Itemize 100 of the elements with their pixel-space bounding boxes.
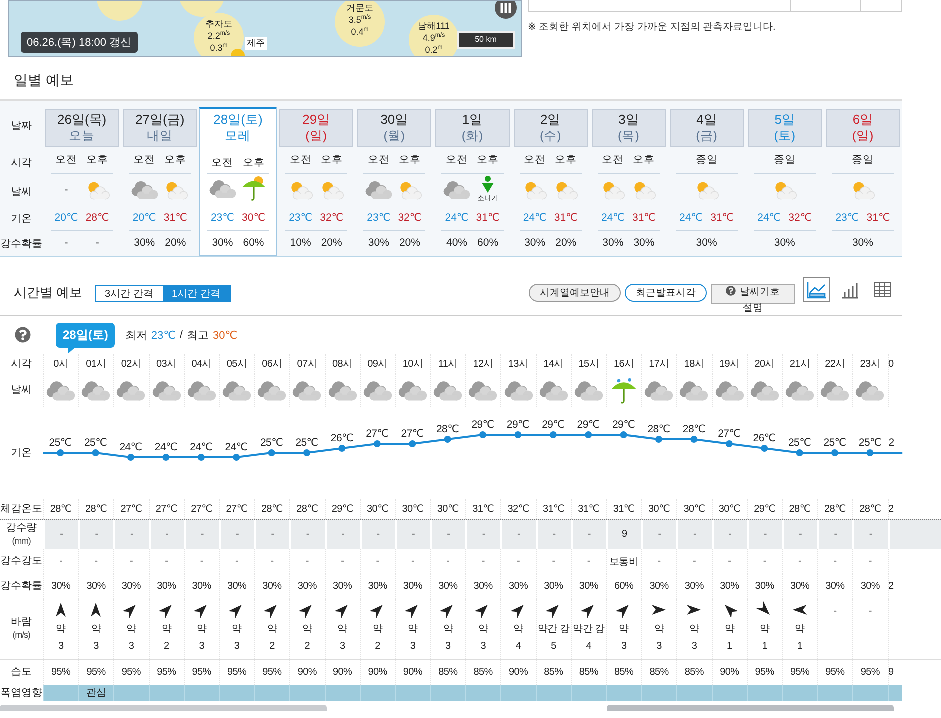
cloud-icon xyxy=(257,380,288,402)
temperature-label: 27℃ xyxy=(718,428,741,440)
hour-label: 04시 xyxy=(184,354,219,374)
rain-intensity: - xyxy=(570,549,606,574)
day-column[interactable]: 27일(금) 내일 오전 오후 20℃ 31℃ 30% 20% xyxy=(121,101,200,256)
separator: / xyxy=(180,329,183,341)
wind-strength: 약 xyxy=(56,623,66,637)
temperature-point xyxy=(338,445,346,452)
cloud-icon xyxy=(362,380,393,402)
cloud-icon xyxy=(468,380,498,402)
rainfall-amount: - xyxy=(289,520,324,549)
day-column[interactable]: 30일 (월) 오전 오후 23℃ 32℃ 30% 20% xyxy=(355,101,434,256)
rain-intensity: - xyxy=(430,549,466,574)
rain-intensity: - xyxy=(78,549,114,574)
date-label: 6일 xyxy=(852,112,874,128)
precipitation-chance: 30% xyxy=(465,574,500,599)
time-label: 오전 xyxy=(523,152,548,167)
scrollbar-thumb[interactable] xyxy=(607,705,894,711)
temperature-point xyxy=(832,450,838,456)
temperature-point xyxy=(57,450,64,456)
rain-intensity: - xyxy=(641,549,676,574)
heat-impact-cell xyxy=(289,685,324,701)
date-label: 5일 xyxy=(774,112,795,128)
help-icon[interactable] xyxy=(15,327,31,343)
rain-intensity: - xyxy=(360,549,395,574)
cloud-icon xyxy=(442,180,471,200)
precipitation-chance: 60% xyxy=(242,237,266,250)
temperature-label: 25℃ xyxy=(824,437,846,449)
view-toggle-button[interactable] xyxy=(803,277,830,302)
wind-speed: 2 xyxy=(304,640,310,654)
day-column[interactable]: 3일 (목) 오전 오후 24℃ 31℃ 30% 30% xyxy=(590,101,668,256)
cloud-icon xyxy=(292,380,322,402)
precipitation-chance: 30% xyxy=(782,574,818,599)
station-marker: 거문도 3.5$^{m/s}$ 0.4$^{m}$ xyxy=(335,1,385,47)
heat-impact-cell xyxy=(606,685,642,701)
heat-impact-cell xyxy=(746,685,782,701)
temperature-label: 25℃ xyxy=(260,437,284,449)
day-column[interactable]: 5일 (토) 종일 24℃ 32℃ 30% xyxy=(746,101,824,256)
layers-button[interactable] xyxy=(495,1,517,19)
rain-intensity: - xyxy=(746,549,782,574)
rainfall-amount: - xyxy=(394,520,430,549)
date-label: 27일(금) xyxy=(136,112,185,128)
day-column[interactable]: 2일 (수) 오전 오후 24℃ 31℃ 30% 20% xyxy=(512,101,590,256)
max-temperature: 31℃ xyxy=(866,212,892,224)
wind-speed: 1 xyxy=(727,640,732,654)
rainfall-amount: - xyxy=(218,520,254,549)
wind-arrow-icon xyxy=(90,603,102,617)
columns-icon xyxy=(500,2,512,14)
hour-label: 08시 xyxy=(324,354,360,374)
info-button[interactable]: 최근발표시각 xyxy=(625,284,707,302)
day-column[interactable]: 26일(목) 오늘 오전 오후 - 20℃ 28℃ - - xyxy=(43,101,122,256)
day-label: 오늘 xyxy=(69,128,96,144)
wind-speed: 3 xyxy=(199,640,204,654)
wind-arrow-icon xyxy=(687,604,702,616)
wind-strength: 약간 강 xyxy=(538,623,570,637)
rainfall-amount: - xyxy=(113,520,149,549)
day-column[interactable]: 28일(토) 모레 오전 오후 23℃ 30℃ 30% 60% xyxy=(199,107,278,256)
station-marker: 남해111 4.9$^{m/s}$ 0.2$^{m}$ xyxy=(409,15,459,56)
wind-strength: - xyxy=(868,605,872,619)
cloud-icon xyxy=(433,380,464,402)
cloud-icon xyxy=(785,380,816,402)
cloud-icon xyxy=(574,380,604,402)
day-column[interactable]: 6일 (일) 종일 23℃ 31℃ 30% xyxy=(824,101,902,256)
wind-strength: 약 xyxy=(654,623,664,637)
temperature-label: 25℃ xyxy=(84,437,108,449)
max-temperature: 31℃ xyxy=(710,212,736,224)
max-temperature: 28℃ xyxy=(84,212,110,224)
rainfall-amount: - xyxy=(184,520,219,549)
row-label: 날씨 xyxy=(10,184,33,200)
wind-strength: 약 xyxy=(302,623,312,637)
precipitation-chance: 30% xyxy=(43,574,78,599)
wind-speed: 2 xyxy=(164,640,170,654)
section-title: 일별 예보 xyxy=(13,71,75,90)
rainfall-amount: - xyxy=(430,520,466,549)
day-column[interactable]: 4일 (금) 종일 24℃ 31℃ 30% xyxy=(668,101,746,256)
precipitation-chance: 30% xyxy=(676,574,712,599)
symbol-help-button[interactable]: 날씨기호 설명 xyxy=(711,284,793,317)
time-label: 오전 xyxy=(601,152,626,167)
info-button[interactable]: 시계열예보안내 xyxy=(529,284,621,302)
wind-strength: 약 xyxy=(724,623,734,637)
time-label: 오전 xyxy=(210,156,235,170)
temperature-label: 25℃ xyxy=(49,437,72,449)
max-label: 최고 xyxy=(187,328,209,342)
max-temperature: 31℃ xyxy=(553,212,579,224)
precipitation-chance: 20% xyxy=(554,237,578,250)
wind-strength: 약 xyxy=(372,623,383,637)
precipitation-chance: 30% xyxy=(851,237,874,250)
time-label: 오전 xyxy=(288,152,313,167)
rain-intensity: - xyxy=(817,549,852,574)
precipitation-chance: 30% xyxy=(218,574,254,599)
line-chart-icon xyxy=(806,280,826,298)
heat-impact-cell xyxy=(817,685,852,701)
precipitation-chance: 30% xyxy=(773,237,796,250)
rain-intensity: - xyxy=(113,549,149,574)
heat-impact-cell xyxy=(324,685,360,701)
interval-tab[interactable]: 1시간 간격 xyxy=(162,286,230,301)
precipitation-chance: 30% xyxy=(536,574,571,599)
temperature-label: 24℃ xyxy=(120,442,142,454)
day-column[interactable]: 29일 (일) 오전 오후 23℃ 32℃ 10% 20% xyxy=(277,101,356,256)
cloud-icon xyxy=(820,380,850,402)
